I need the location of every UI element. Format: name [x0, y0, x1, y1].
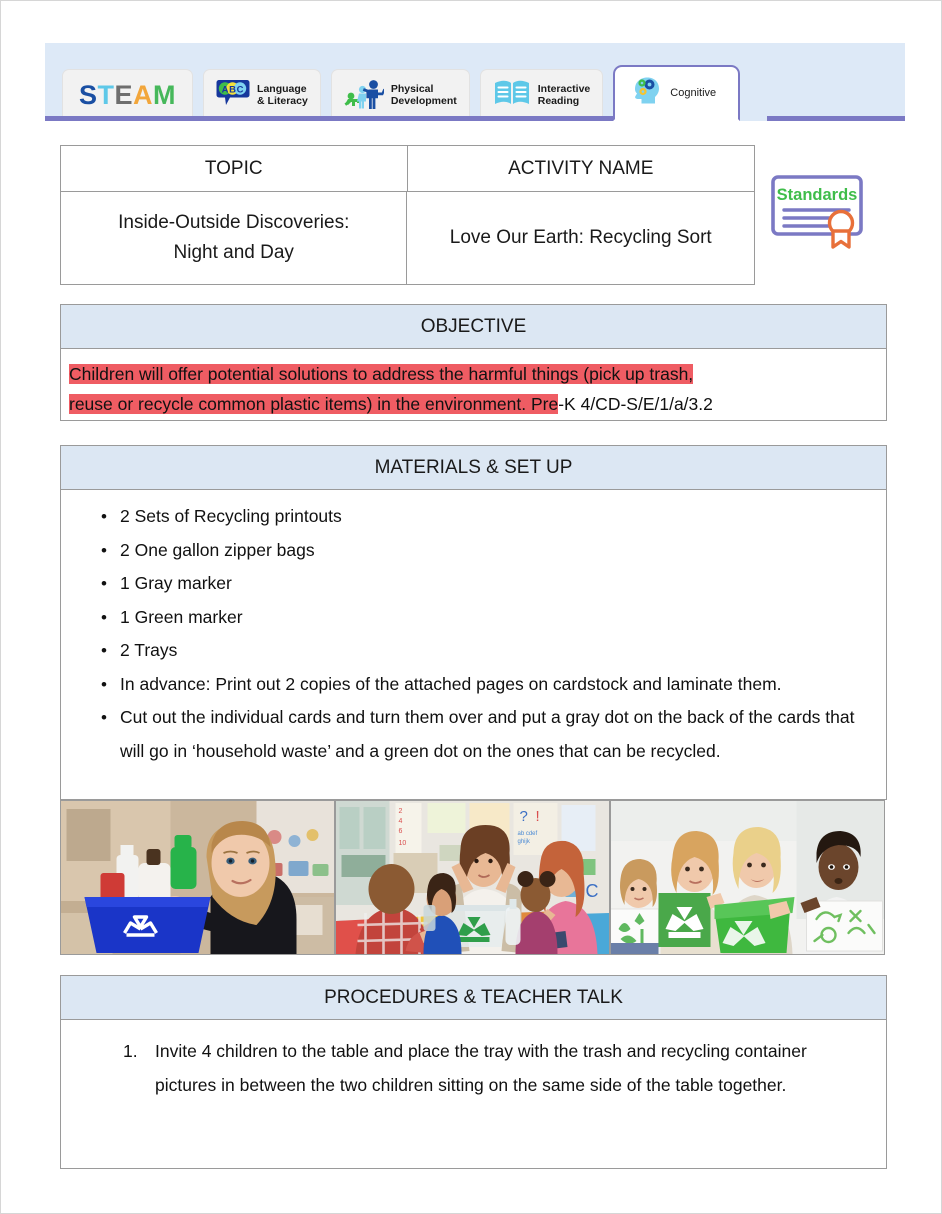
topic-header: TOPIC: [61, 146, 408, 192]
tab-cognitive[interactable]: Cognitive: [613, 65, 741, 121]
svg-text:A: A: [222, 84, 229, 95]
steam-letter-s: S: [79, 80, 98, 110]
steam-letter-m: M: [153, 80, 177, 110]
svg-text:C: C: [586, 881, 599, 901]
activity-name-value: Love Our Earth: Recycling Sort: [449, 227, 712, 248]
topic-activity-table: TOPIC ACTIVITY NAME Inside-Outside Disco…: [60, 145, 755, 285]
tab-physical-development-label: Physical Development: [390, 82, 457, 107]
svg-text:4: 4: [399, 818, 403, 825]
materials-list-item: Cut out the individual cards and turn th…: [61, 701, 886, 768]
materials-section: MATERIALS & SET UP 2 Sets of Recycling p…: [60, 445, 887, 800]
tab-language-literacy-label: Language & Literacy: [257, 82, 308, 107]
materials-list-item: 1 Gray marker: [61, 567, 886, 601]
svg-text:B: B: [229, 84, 236, 95]
category-tab-bar: STEAM A B C Language & Literacy Physical…: [45, 43, 905, 121]
tab-interactive-reading[interactable]: Interactive Reading: [479, 69, 604, 121]
children-figures-icon: [344, 77, 386, 114]
tab-physical-development[interactable]: Physical Development: [330, 69, 470, 121]
materials-header: MATERIALS & SET UP: [61, 446, 886, 490]
materials-list: 2 Sets of Recycling printouts 2 One gall…: [61, 500, 886, 768]
open-book-icon: [493, 78, 531, 113]
materials-list-item: 2 One gallon zipper bags: [61, 534, 886, 568]
svg-text:10: 10: [399, 840, 407, 847]
objective-line-2-highlight: reuse or recycle common plastic items) i…: [69, 394, 559, 414]
materials-list-item: 1 Green marker: [61, 601, 886, 635]
objective-section: OBJECTIVE Children will offer potential …: [60, 304, 887, 421]
materials-list-item: 2 Trays: [61, 634, 886, 668]
tab-cognitive-label: Cognitive: [670, 86, 717, 99]
activity-name-header: ACTIVITY NAME: [508, 158, 654, 179]
tab-interactive-reading-label: Interactive Reading: [537, 82, 591, 107]
tab-steam[interactable]: STEAM: [62, 69, 194, 121]
photo-strip: 2 4 6 10 ? ! ab cdef ghijk C: [60, 800, 885, 955]
steam-letter-a: A: [133, 80, 154, 110]
materials-list-item: In advance: Print out 2 copies of the at…: [61, 668, 886, 702]
brain-gears-icon: [629, 75, 663, 112]
lesson-plan-page: STEAM A B C Language & Literacy Physical…: [0, 0, 942, 1214]
procedures-header: PROCEDURES & TEACHER TALK: [61, 976, 886, 1020]
procedures-list: Invite 4 children to the table and place…: [61, 1034, 886, 1102]
photo-classroom-recycling-lesson: 2 4 6 10 ? ! ab cdef ghijk C: [336, 801, 609, 954]
objective-standard-code: -K 4/CD-S/E/1/a/3.2: [558, 394, 713, 414]
svg-text:6: 6: [399, 828, 403, 835]
svg-text:!: !: [536, 808, 540, 825]
certificate-ribbon-icon: Standards: [771, 175, 863, 249]
standards-badge-label: Standards: [777, 186, 858, 204]
svg-text:C: C: [237, 84, 244, 95]
tab-language-literacy[interactable]: A B C Language & Literacy: [203, 69, 321, 121]
materials-list-item: 2 Sets of Recycling printouts: [61, 500, 886, 534]
objective-body: Children will offer potential solutions …: [61, 349, 886, 427]
svg-text:ab cdef: ab cdef: [518, 831, 538, 837]
objective-line-1: Children will offer potential solutions …: [69, 364, 694, 384]
abc-speech-bubble-icon: A B C: [216, 78, 250, 113]
steam-letter-e: E: [114, 80, 134, 110]
procedures-section: PROCEDURES & TEACHER TALK Invite 4 child…: [60, 975, 887, 1169]
svg-text:ghijk: ghijk: [518, 839, 531, 845]
photo-children-green-recycling-posters: [611, 801, 884, 954]
svg-text:2: 2: [399, 808, 403, 815]
objective-header: OBJECTIVE: [61, 305, 886, 349]
photo-girl-blue-recycling-bin: [61, 801, 334, 954]
steam-letter-t: T: [97, 80, 115, 110]
procedure-step: Invite 4 children to the table and place…: [123, 1034, 807, 1095]
svg-text:?: ?: [520, 808, 528, 825]
steam-wordmark-icon: STEAM: [79, 80, 176, 111]
standards-badge[interactable]: Standards: [770, 172, 873, 250]
topic-value: Inside-Outside Discoveries: Night and Da…: [61, 192, 408, 284]
tab-bar-underline: [45, 116, 905, 121]
